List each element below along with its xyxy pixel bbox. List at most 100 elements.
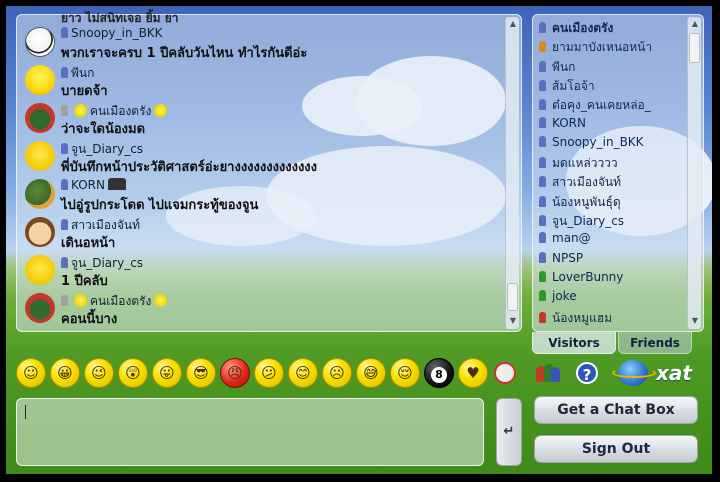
smiley-angry-icon[interactable]: 😠 — [220, 358, 250, 388]
smiley-sad-icon[interactable]: ☹ — [322, 358, 352, 388]
user-list-panel[interactable]: คนเมืองตรังยามมาบังเหนอหน้าพีนก ส้มโอจ้าต… — [532, 14, 704, 332]
user-list-item[interactable]: จูน_Diary_cs — [539, 212, 679, 231]
sun-icon — [74, 294, 87, 307]
user-pin-icon — [61, 105, 68, 116]
help-icon[interactable]: ? — [576, 362, 598, 384]
snoopy-avatar-icon[interactable] — [25, 27, 55, 57]
smiley-eight-ball-icon[interactable]: 8 — [424, 358, 454, 388]
user-list-item[interactable]: คนเมืองตรัง — [539, 19, 679, 38]
message-text: คอนนี้บาง — [61, 312, 118, 327]
message-sender[interactable]: คนเมืองตรัง — [90, 104, 151, 118]
smiley-pleased-icon[interactable]: 😌 — [390, 358, 420, 388]
user-pin-icon — [539, 22, 546, 33]
pikachu-avatar-icon[interactable] — [25, 255, 55, 285]
message-text: ว่าจะใดน้องมด — [61, 122, 146, 137]
jester-avatar-icon[interactable] — [25, 103, 55, 133]
duck-avatar-icon[interactable] — [25, 179, 55, 209]
user-name: Snoopy_in_BKK — [552, 134, 644, 149]
user-list-item[interactable]: ยามมาบังเหนอหน้า — [539, 38, 679, 57]
user-pin-icon — [539, 99, 546, 111]
user-pin-icon — [539, 311, 546, 323]
smiley-smile-icon[interactable]: ☺ — [16, 358, 46, 388]
smiley-wink-icon[interactable]: 😉 — [84, 358, 114, 388]
user-name: NPSP — [552, 250, 584, 265]
jester-avatar-icon[interactable] — [25, 293, 55, 323]
user-list-item[interactable]: ต๋อคุง_คนเคยหล่อ_ — [539, 96, 679, 115]
scroll-down-arrow-icon[interactable]: ▼ — [688, 314, 702, 328]
scroll-down-arrow-icon[interactable]: ▼ — [506, 314, 520, 328]
girl-avatar-icon[interactable] — [25, 217, 55, 247]
user-pin-icon — [61, 295, 68, 306]
chat-scroll-thumb[interactable] — [507, 283, 518, 311]
user-list-item[interactable]: KORN — [539, 116, 679, 135]
user-pin-icon — [539, 157, 546, 169]
smiley-blush-icon[interactable]: 😊 — [288, 358, 318, 388]
user-list-scroll-thumb[interactable] — [689, 33, 700, 63]
smiley-grin-icon[interactable]: 😀 — [50, 358, 80, 388]
user-name: คนเมืองตรัง — [552, 21, 614, 35]
user-pin-icon — [539, 41, 546, 53]
smiley-sweat-icon[interactable]: 😅 — [356, 358, 386, 388]
user-name: ส้มโอจ้า — [552, 78, 595, 93]
message-sender[interactable]: จูน_Diary_cs — [71, 256, 143, 270]
user-list-item[interactable]: man@ — [539, 231, 679, 250]
message-sender[interactable]: KORN — [71, 178, 105, 192]
tab-friends[interactable]: Friends — [618, 332, 692, 354]
pikachu-avatar-icon[interactable] — [25, 141, 55, 171]
chat-message: จูน_Diary_cs พี่บันทึกหน้าประวัติศาสตร์อ… — [25, 139, 505, 177]
user-list-item[interactable]: สาวเมืองจันท์ — [539, 173, 679, 192]
no-sound-icon[interactable] — [494, 362, 516, 384]
chat-scrollbar[interactable]: ▲ ▼ — [505, 17, 519, 329]
user-name: man@ — [552, 231, 591, 246]
user-pin-icon — [539, 215, 546, 226]
user-name: ต๋อคุง_คนเคยหล่อ_ — [552, 98, 651, 113]
user-list-item[interactable]: NPSP — [539, 251, 679, 270]
user-pin-icon — [539, 116, 546, 128]
background-scene: ยาว ไม่สนิทเจอ ยิ้ม ยา Snoopy_in_BKK พวก… — [6, 6, 712, 474]
user-list-item[interactable]: น้องหมูแฮม — [539, 309, 679, 328]
message-sender[interactable]: จูน_Diary_cs — [71, 142, 143, 156]
user-name: ยามมาบังเหนอหน้า — [552, 40, 653, 55]
user-list-item[interactable]: น้องหนูพันธุ์ดุ — [539, 193, 679, 212]
chat-messages-panel[interactable]: ยาว ไม่สนิทเจอ ยิ้ม ยา Snoopy_in_BKK พวก… — [16, 11, 522, 332]
user-pin-icon — [539, 176, 546, 188]
user-name: KORN — [552, 115, 586, 130]
user-name: joke — [552, 289, 577, 304]
user-list-item[interactable]: LoverBunny — [539, 270, 679, 289]
message-sender[interactable]: พีนก — [71, 66, 94, 80]
user-list-item[interactable]: มดแหล่วววว — [539, 154, 679, 173]
message-text: เดินอหน้า — [61, 236, 116, 251]
user-name: สาวเมืองจันท์ — [552, 175, 622, 190]
message-sender[interactable]: สาวเมืองจันท์ — [71, 218, 140, 232]
smiley-confused-icon[interactable]: 😕 — [254, 358, 284, 388]
smiley-cool-icon[interactable]: 😎 — [186, 358, 216, 388]
smiley-tongue-icon[interactable]: 😛 — [152, 358, 182, 388]
message-input[interactable] — [16, 398, 484, 466]
message-sender[interactable]: Snoopy_in_BKK — [71, 26, 163, 40]
sign-out-button[interactable]: Sign Out — [534, 435, 698, 463]
tweety-avatar-icon[interactable] — [25, 65, 55, 95]
chat-message: พีนก บายดจ้า — [25, 63, 505, 101]
user-list-item[interactable]: พีนก — [539, 58, 679, 77]
tab-visitors[interactable]: Visitors — [532, 332, 616, 354]
chat-message: คนเมืองตรัง ว่าจะใดน้องมด — [25, 101, 505, 139]
user-pin-icon — [61, 257, 68, 268]
smiley-hearts-icon[interactable]: ♥ — [458, 358, 488, 388]
chat-message: Snoopy_in_BKK พวกเราจะครบ 1 ปีคลับวันไหน… — [25, 25, 505, 63]
message-sender[interactable]: คนเมืองตรัง — [90, 294, 151, 308]
user-list-item[interactable]: joke — [539, 289, 679, 308]
scroll-up-arrow-icon[interactable]: ▲ — [506, 17, 520, 31]
user-pin-icon — [61, 179, 68, 190]
scroll-up-arrow-icon[interactable]: ▲ — [688, 17, 702, 31]
users-group-icon[interactable] — [536, 362, 560, 384]
user-pin-icon — [539, 60, 546, 72]
text-caret — [25, 405, 26, 419]
sun-icon — [154, 104, 168, 117]
send-button[interactable]: ↵ — [496, 398, 522, 466]
user-pin-icon — [539, 290, 546, 302]
user-list-item[interactable]: ส้มโอจ้า — [539, 77, 679, 96]
get-chat-box-button[interactable]: Get a Chat Box — [534, 396, 698, 424]
user-list-scrollbar[interactable]: ▲ ▼ — [687, 17, 701, 329]
smiley-surprised-icon[interactable]: 😲 — [118, 358, 148, 388]
user-list-item[interactable]: Snoopy_in_BKK — [539, 135, 679, 154]
